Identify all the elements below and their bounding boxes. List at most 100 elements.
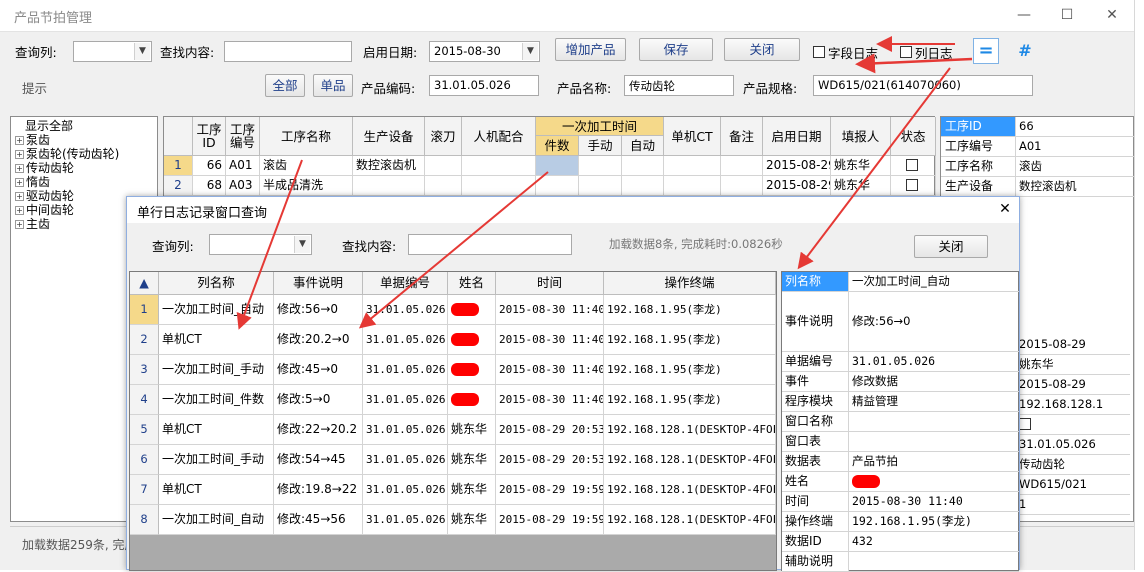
status-checkbox[interactable] [906,159,918,171]
log-cell-event[interactable]: 修改:22→20.2 [274,415,363,445]
col-header[interactable]: 人机配合 [462,117,536,156]
status-checkbox[interactable] [906,179,918,191]
row-number[interactable]: 1 [164,156,193,176]
cell[interactable]: 66 [193,156,226,176]
log-cell-col[interactable]: 单机CT [159,325,274,355]
log-cell-name[interactable] [448,325,496,355]
col-header[interactable]: 生产设备 [353,117,425,156]
detail-key[interactable]: 时间 [782,492,849,512]
log-cell-term[interactable]: 192.168.1.95(李龙) [604,355,776,385]
col-header[interactable]: 填报人 [831,117,891,156]
col-header[interactable]: 滚刀 [425,117,462,156]
log-cell-doc[interactable]: 31.01.05.026 [363,295,448,325]
tree-item[interactable]: + 驱动齿轮 [15,189,74,203]
cell[interactable]: 2015-08-29 [763,176,831,196]
cell[interactable] [721,176,763,196]
log-cell-time[interactable]: 2015-08-30 11:40 [496,325,604,355]
cell[interactable]: 数控滚齿机 [353,156,425,176]
log-cell-time[interactable]: 2015-08-29 19:59 [496,505,604,535]
log-cell-doc[interactable]: 31.01.05.026 [363,355,448,385]
cell[interactable] [462,156,536,176]
detail-key[interactable]: 列名称 [782,272,849,292]
log-cell-doc[interactable]: 31.01.05.026 [363,325,448,355]
detail-value[interactable]: 精益管理 [849,392,1019,412]
row-header-corner[interactable]: ▲ [130,272,159,295]
row-number[interactable]: 8 [130,505,159,535]
product-code-field[interactable]: 31.01.05.026 [429,75,539,96]
row-number[interactable]: 7 [130,475,159,505]
log-cell-term[interactable]: 192.168.128.1(DESKTOP-4FOFKV [604,445,776,475]
all-button[interactable]: 全部 [265,74,305,97]
expand-icon[interactable]: + [15,150,24,159]
log-cell-term[interactable]: 192.168.128.1(DESKTOP-4FOFKV [604,505,776,535]
equal-button[interactable]: = [973,38,999,64]
col-header[interactable]: 手动 [579,136,622,156]
cell[interactable] [536,176,579,196]
expand-icon[interactable]: + [15,178,24,187]
cell[interactable]: A03 [226,176,260,196]
prop-value[interactable]: 2015-08-29 [1016,335,1130,355]
detail-value[interactable]: 432 [849,532,1019,552]
prop-value[interactable]: 192.168.128.1 [1016,395,1130,415]
detail-key[interactable]: 窗口表 [782,432,849,452]
detail-key[interactable]: 程序模块 [782,392,849,412]
single-button[interactable]: 单品 [313,74,353,97]
log-cell-doc[interactable]: 31.01.05.026 [363,445,448,475]
detail-key[interactable]: 事件说明 [782,292,849,352]
log-cell-term[interactable]: 192.168.1.95(李龙) [604,325,776,355]
col-header[interactable]: 工序名称 [260,117,353,156]
row-number[interactable]: 4 [130,385,159,415]
cell-selected[interactable] [536,156,579,176]
row-number[interactable]: 5 [130,415,159,445]
prop-key[interactable]: 生产设备 [941,177,1016,197]
col-log-checkbox[interactable] [900,46,912,58]
col-header[interactable]: 自动 [622,136,664,156]
detail-key[interactable]: 辅助说明 [782,552,849,572]
cell[interactable]: A01 [226,156,260,176]
log-cell-name[interactable]: 姚东华 [448,415,496,445]
col-header[interactable]: 列名称 [159,272,274,295]
log-cell-name[interactable] [448,385,496,415]
log-cell-event[interactable]: 修改:5→0 [274,385,363,415]
product-name-field[interactable]: 传动齿轮 [624,75,734,96]
log-cell-term[interactable]: 192.168.128.1(DESKTOP-4FOFKV [604,415,776,445]
prop-value[interactable]: 31.01.05.026 [1016,435,1130,455]
detail-key[interactable]: 单据编号 [782,352,849,372]
col-header[interactable]: 单机CT [664,117,721,156]
log-cell-event[interactable]: 修改:45→0 [274,355,363,385]
tree-item[interactable]: + 泵齿 [15,133,50,147]
cell[interactable] [664,176,721,196]
tree-item[interactable]: + 惰齿 [15,175,50,189]
expand-icon[interactable]: + [15,206,24,215]
log-cell-term[interactable]: 192.168.1.95(李龙) [604,385,776,415]
log-cell-col[interactable]: 一次加工时间_手动 [159,355,274,385]
start-date-picker[interactable]: 2015-08-30 ▼ [429,41,540,62]
log-cell-event[interactable]: 修改:56→0 [274,295,363,325]
log-cell-col[interactable]: 单机CT [159,415,274,445]
expand-icon[interactable]: + [15,192,24,201]
log-cell-time[interactable]: 2015-08-29 20:53 [496,445,604,475]
log-cell-col[interactable]: 一次加工时间_自动 [159,295,274,325]
detail-value[interactable]: 一次加工时间_自动 [849,272,1019,292]
expand-icon[interactable]: + [15,220,24,229]
prop-key[interactable]: 工序编号 [941,137,1016,157]
cell[interactable]: 68 [193,176,226,196]
prop-value[interactable]: 数控滚齿机 [1016,177,1135,197]
cell[interactable] [425,176,462,196]
detail-value[interactable] [849,552,1019,572]
cell[interactable] [579,156,622,176]
cell[interactable] [579,176,622,196]
detail-key[interactable]: 数据ID [782,532,849,552]
prop-value[interactable]: 传动齿轮 [1016,455,1130,475]
cell[interactable] [622,156,664,176]
detail-value[interactable]: 31.01.05.026 [849,352,1019,372]
log-cell-event[interactable]: 修改:45→56 [274,505,363,535]
log-cell-name[interactable]: 姚东华 [448,445,496,475]
detail-value[interactable]: 192.168.1.95(李龙) [849,512,1019,532]
row-number[interactable]: 1 [130,295,159,325]
col-header[interactable]: 时间 [496,272,604,295]
log-cell-doc[interactable]: 31.01.05.026 [363,475,448,505]
log-cell-term[interactable]: 192.168.128.1(DESKTOP-4FOFKV [604,475,776,505]
detail-key[interactable]: 事件 [782,372,849,392]
col-header[interactable]: 事件说明 [274,272,363,295]
